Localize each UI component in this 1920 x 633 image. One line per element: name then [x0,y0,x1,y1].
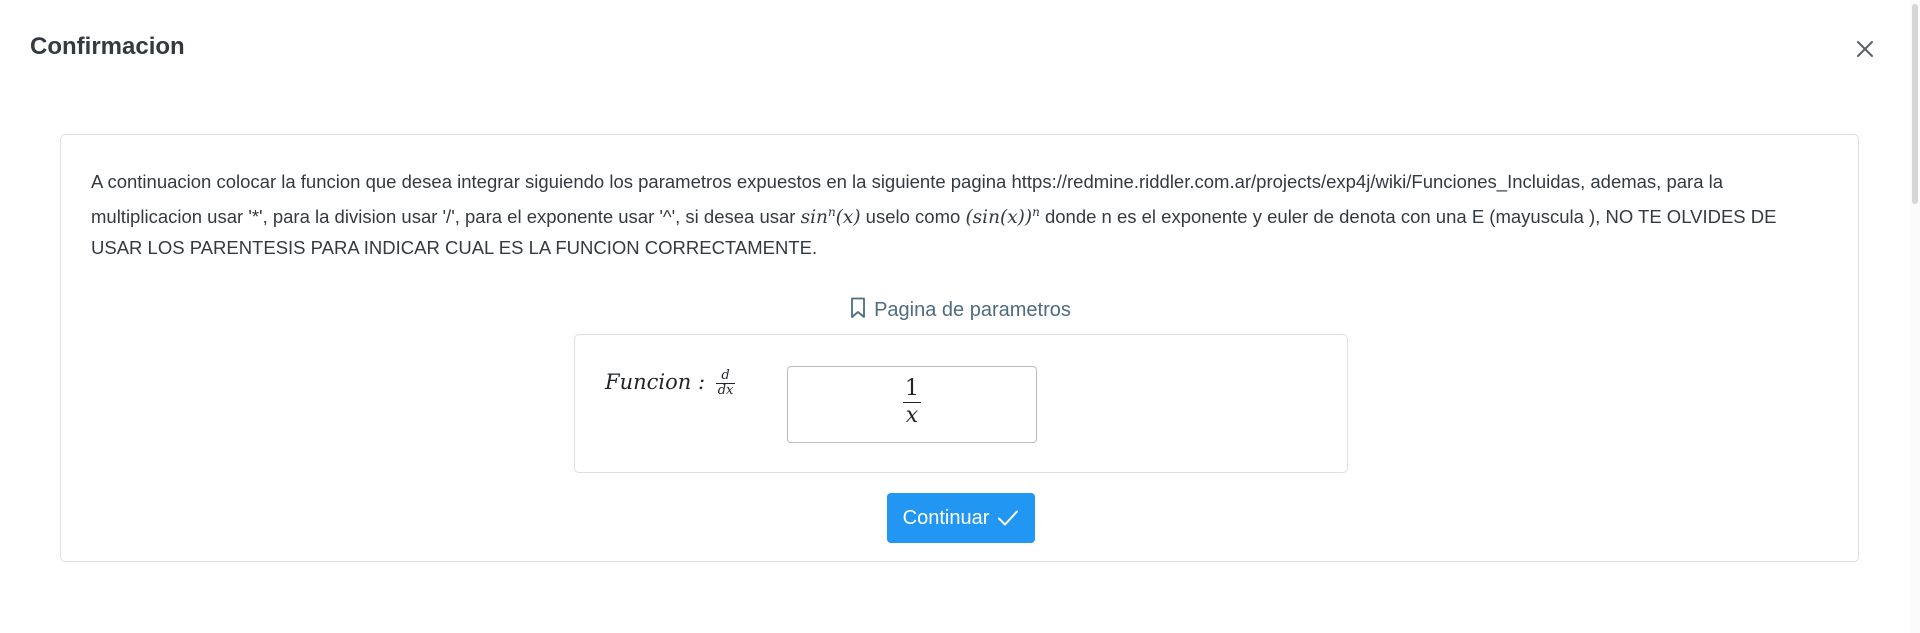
confirmation-dialog: Confirmacion A continuacion colocar la f… [0,0,1920,633]
close-icon [1857,41,1873,57]
continue-button-label: Continuar [902,507,990,529]
function-input[interactable]: 1 x [787,366,1037,443]
math-sin-x-pow-n: (sin(x))n [965,205,1040,229]
function-box: Funcion : d dx 1 x [574,334,1348,473]
input-fraction: 1 x [788,376,1036,429]
derivative-fraction: d dx [715,368,736,398]
params-link-label: Pagina de parametros [874,299,1071,321]
bookmark-icon [850,297,866,325]
params-page-link[interactable]: Pagina de parametros [61,297,1860,325]
dialog-title: Confirmacion [30,33,185,60]
content-card: A continuacion colocar la funcion que de… [60,134,1859,562]
dialog-header: Confirmacion [0,0,1920,100]
instructions-text: A continuacion colocar la funcion que de… [91,167,1831,263]
instructions-part-2: uselo como [860,206,966,228]
close-button[interactable] [1850,34,1880,64]
continue-button[interactable]: Continuar [887,493,1035,543]
function-label: Funcion : d dx [605,368,736,398]
math-sin-n-x: sinn(x) [800,205,861,229]
check-icon [997,496,1019,546]
input-numerator: 1 [903,376,921,403]
scrollbar[interactable] [1910,0,1920,633]
input-denominator: x [905,403,919,428]
scrollbar-thumb[interactable] [1912,4,1918,204]
